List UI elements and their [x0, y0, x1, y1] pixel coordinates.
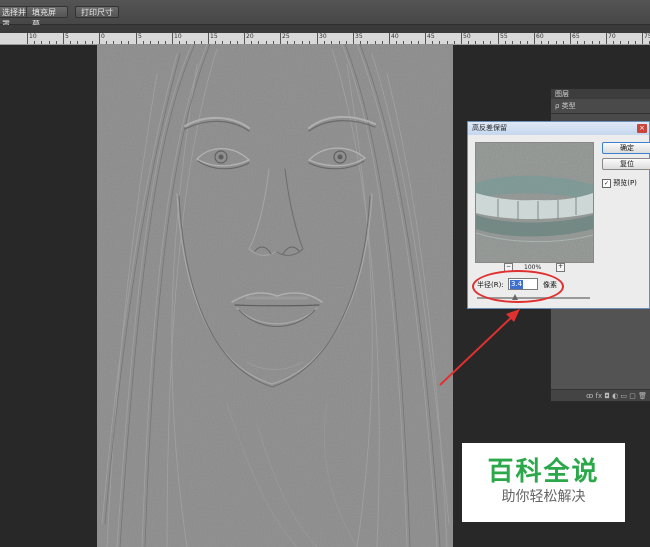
preview-checkbox[interactable]: ✓ 预览(P)	[602, 178, 637, 188]
ruler-label: 50	[463, 33, 471, 40]
ruler-label: 45	[427, 33, 435, 40]
dialog-title: 高反差保留	[472, 124, 507, 132]
ruler-major-tick	[244, 33, 245, 44]
ruler-label: 25	[282, 33, 290, 40]
fill-screen-button[interactable]: 填充屏幕	[26, 6, 68, 29]
ruler-label: 60	[536, 33, 544, 40]
ruler-minor-tick	[505, 41, 506, 44]
watermark-subtitle: 助你轻松解决	[501, 489, 586, 505]
ruler-minor-tick	[592, 41, 593, 44]
reset-button[interactable]: 复位	[602, 158, 650, 170]
document-canvas[interactable]	[97, 44, 453, 547]
teeth-preview-graphic	[476, 143, 593, 262]
ruler-minor-tick	[635, 41, 636, 44]
ruler-major-tick	[425, 33, 426, 44]
ruler-minor-tick	[599, 41, 600, 44]
ruler-major-tick	[317, 33, 318, 44]
ruler-major-tick	[99, 33, 100, 44]
ruler-major-tick	[461, 33, 462, 44]
ruler-minor-tick	[541, 41, 542, 44]
ruler-major-tick	[353, 33, 354, 44]
ruler-label: 35	[355, 33, 363, 40]
ruler-minor-tick	[56, 41, 57, 44]
ruler-label: 5	[138, 33, 142, 40]
ruler-major-tick	[208, 33, 209, 44]
ruler-minor-tick	[620, 41, 621, 44]
ruler-minor-tick	[613, 41, 614, 44]
ruler-minor-tick	[468, 41, 469, 44]
ruler-minor-tick	[483, 41, 484, 44]
ruler-major-tick	[498, 33, 499, 44]
ruler-minor-tick	[628, 41, 629, 44]
watermark-title: 百科全说	[487, 457, 600, 487]
ruler-major-tick	[606, 33, 607, 44]
ruler-minor-tick	[512, 41, 513, 44]
ruler-label: 10	[174, 33, 182, 40]
print-size-button[interactable]: 打印尺寸	[75, 6, 119, 18]
ruler-major-tick	[389, 33, 390, 44]
ruler-label: 10	[29, 33, 37, 40]
ruler-major-tick	[27, 33, 28, 44]
layers-panel-title[interactable]: 图层	[551, 89, 650, 99]
ruler-major-tick	[642, 33, 643, 44]
checkbox-checked-icon[interactable]: ✓	[602, 178, 611, 188]
ok-button[interactable]: 确定	[602, 142, 650, 154]
document-tab-strip[interactable]	[0, 25, 650, 33]
layer-filter-dropdown[interactable]: ρ 类型	[551, 99, 650, 114]
ruler-label: 5	[65, 33, 69, 40]
ruler-minor-tick	[584, 41, 585, 44]
high-pass-portrait-image	[97, 44, 453, 547]
close-icon[interactable]: ×	[637, 124, 647, 133]
ruler-minor-tick	[70, 41, 71, 44]
options-bar: 选择并遮罩 填充屏幕 打印尺寸	[0, 0, 650, 29]
ruler-label: 0	[101, 33, 105, 40]
ruler-minor-tick	[34, 41, 35, 44]
ruler-label: 70	[608, 33, 616, 40]
ruler-minor-tick	[77, 41, 78, 44]
ruler-minor-tick	[475, 41, 476, 44]
ruler-label: 30	[319, 33, 327, 40]
filter-preview-image[interactable]	[475, 142, 594, 263]
ruler-major-tick	[280, 33, 281, 44]
zoom-in-icon[interactable]: +	[556, 263, 565, 272]
ruler-major-tick	[172, 33, 173, 44]
ruler-label: 75	[644, 33, 650, 40]
ruler-minor-tick	[556, 41, 557, 44]
ruler-major-tick	[570, 33, 571, 44]
ruler-minor-tick	[490, 41, 491, 44]
ruler-label: 55	[500, 33, 508, 40]
ruler-minor-tick	[85, 41, 86, 44]
ruler-label: 20	[246, 33, 254, 40]
ruler-major-tick	[136, 33, 137, 44]
ruler-minor-tick	[527, 41, 528, 44]
annotation-ellipse	[472, 270, 564, 303]
ruler-label: 65	[572, 33, 580, 40]
ruler-minor-tick	[520, 41, 521, 44]
ruler-minor-tick	[548, 41, 549, 44]
ruler-minor-tick	[454, 41, 455, 44]
ruler-minor-tick	[49, 41, 50, 44]
ruler-label: 15	[210, 33, 218, 40]
ruler-major-tick	[534, 33, 535, 44]
ruler-minor-tick	[41, 41, 42, 44]
baike-watermark: 百科全说 助你轻松解决	[462, 443, 625, 522]
layers-panel-footer-icons[interactable]: ꝏ fx ◘ ◐ ▭ ▢ 🗑	[551, 389, 650, 401]
preview-checkbox-label: 预览(P)	[613, 179, 637, 187]
dialog-title-bar[interactable]: 高反差保留 ×	[468, 122, 649, 135]
ruler-label: 40	[391, 33, 399, 40]
ruler-minor-tick	[577, 41, 578, 44]
ruler-minor-tick	[92, 41, 93, 44]
ruler-minor-tick	[563, 41, 564, 44]
ruler-major-tick	[63, 33, 64, 44]
